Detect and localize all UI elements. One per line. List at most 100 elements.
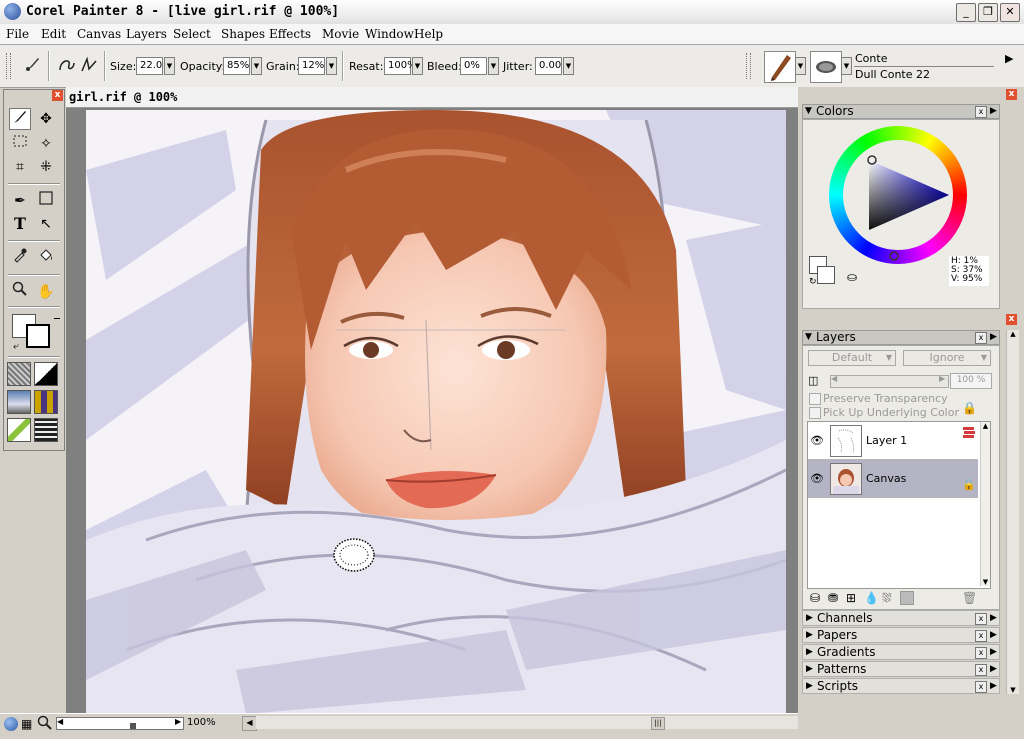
gradients-menu-icon[interactable]: ▶ (990, 645, 997, 659)
gradients-panel-header[interactable]: ▶ Gradients x ▶ (802, 644, 1000, 660)
shape-selection-icon[interactable]: ↖ (35, 213, 57, 235)
zoom-icon[interactable] (37, 715, 53, 734)
brush-selector-expand-icon[interactable]: ▶ (1005, 52, 1013, 65)
layer-list-scrollbar[interactable]: ▲ ▼ (980, 422, 990, 586)
delete-layer-icon[interactable]: 🗑 (962, 591, 977, 605)
resat-field[interactable]: 100% (384, 57, 417, 75)
colors-palette-close-icon[interactable]: x (1006, 89, 1017, 100)
layer-adjuster-icon[interactable]: ✥ (35, 108, 57, 130)
new-liquid-ink-layer-icon[interactable]: ⛆ (882, 591, 892, 606)
patterns-close-icon[interactable]: x (975, 664, 987, 676)
brush-variant-icon[interactable] (810, 51, 842, 83)
brush-icon[interactable] (9, 108, 31, 130)
composite-method-dropdown[interactable]: Default ▼ (808, 350, 896, 366)
minimize-button[interactable]: _ (956, 3, 976, 22)
zoom-slider-thumb[interactable] (130, 723, 136, 729)
layers-palette-close-icon[interactable]: x (1006, 314, 1017, 325)
colors-panel-close-icon[interactable]: x (975, 106, 987, 118)
jitter-field[interactable]: 0.00 (535, 57, 562, 75)
app-icon[interactable] (4, 3, 21, 20)
weaving-selector-swatch[interactable] (34, 390, 58, 414)
menu-select[interactable]: Select (173, 27, 211, 41)
pen-icon[interactable]: ✒ (9, 190, 31, 212)
colors-panel-header[interactable]: ▼ Colors x ▶ (802, 104, 1000, 119)
scripts-panel-header[interactable]: ▶ Scripts x ▶ (802, 678, 1000, 694)
swap-colors-icon[interactable]: ⤶ (13, 341, 19, 352)
toolbar-grip[interactable] (6, 53, 11, 79)
gradients-close-icon[interactable]: x (975, 647, 987, 659)
papers-close-icon[interactable]: x (975, 630, 987, 642)
palette-scrollbar[interactable]: ▲ ▼ (1006, 330, 1019, 694)
layer-row-layer-1[interactable]: 👁 Layer 1 (808, 422, 978, 460)
channels-close-icon[interactable]: x (975, 613, 987, 625)
opacity-field[interactable]: 85% (223, 57, 250, 75)
menu-window[interactable]: Window (365, 27, 414, 41)
brush-category-dropdown[interactable]: ▼ (795, 57, 806, 75)
channels-menu-icon[interactable]: ▶ (990, 611, 997, 625)
menu-file[interactable]: File (6, 27, 29, 41)
painting-canvas[interactable] (86, 110, 786, 714)
brush-tool-icon[interactable] (22, 55, 44, 77)
layer-opacity-field[interactable]: 100 % (950, 373, 992, 389)
menu-movie[interactable]: Movie (322, 27, 359, 41)
layer-visibility-eye-icon[interactable]: 👁 (810, 434, 824, 447)
grain-dropdown[interactable]: ▼ (326, 57, 337, 75)
patterns-panel-header[interactable]: ▶ Patterns x ▶ (802, 661, 1000, 677)
nozzle-selector-swatch[interactable] (7, 418, 31, 442)
scripts-menu-icon[interactable]: ▶ (990, 679, 997, 693)
colors-panel-menu-icon[interactable]: ▶ (990, 105, 997, 118)
gradient-selector-swatch[interactable] (34, 362, 58, 386)
jitter-dropdown[interactable]: ▼ (563, 57, 574, 75)
bleed-field[interactable]: 0% (460, 57, 487, 75)
menu-layers[interactable]: Layers (126, 27, 167, 41)
new-watercolor-layer-icon[interactable]: 💧 (864, 591, 879, 605)
new-layer-icon[interactable]: ⊞ (846, 591, 856, 605)
pattern-selector-swatch[interactable] (7, 390, 31, 414)
size-field[interactable]: 22.0 (136, 57, 163, 75)
colors-additional-swatch[interactable] (817, 266, 835, 284)
straight-line-stroke-icon[interactable] (78, 55, 100, 77)
papers-menu-icon[interactable]: ▶ (990, 628, 997, 642)
patterns-menu-icon[interactable]: ▶ (990, 662, 997, 676)
toolbox-close-icon[interactable]: x (52, 90, 63, 101)
clone-color-icon[interactable]: ⛀ (847, 270, 857, 284)
layer-opacity-slider[interactable]: ◀ ▶ (830, 374, 949, 388)
preserve-transparency-checkbox[interactable] (809, 393, 821, 405)
crop-icon[interactable]: ⌗ (9, 156, 31, 178)
look-selector-swatch[interactable] (34, 418, 58, 442)
drawing-mode-icon[interactable] (4, 717, 18, 731)
pick-up-color-checkbox[interactable] (809, 407, 821, 419)
rectangular-selection-icon[interactable] (9, 133, 31, 155)
rectangle-shape-icon[interactable] (35, 190, 57, 212)
tracing-paper-icon[interactable]: ▦ (21, 717, 32, 731)
lock-layer-icon[interactable]: 🔒 (962, 401, 977, 415)
grain-field[interactable]: 12% (298, 57, 325, 75)
close-button[interactable]: ✕ (1000, 3, 1020, 22)
text-tool-icon[interactable]: T (9, 213, 31, 235)
menu-help[interactable]: Help (414, 27, 443, 41)
restore-button[interactable]: ❐ (978, 3, 998, 22)
menu-edit[interactable]: Edit (41, 27, 66, 41)
dropper-icon[interactable] (9, 247, 31, 269)
papers-panel-header[interactable]: ▶ Papers x ▶ (802, 627, 1000, 643)
channels-panel-header[interactable]: ▶ Channels x ▶ (802, 610, 1000, 626)
create-layer-mask-icon[interactable] (900, 591, 914, 605)
paper-selector-swatch[interactable] (7, 362, 31, 386)
menu-effects[interactable]: Effects (269, 27, 311, 41)
scroll-left-button[interactable]: ◀ (242, 716, 257, 731)
additional-color-swatch[interactable] (26, 324, 50, 348)
layers-panel-menu-icon[interactable]: ▶ (990, 331, 997, 344)
paint-bucket-icon[interactable] (35, 247, 57, 269)
bleed-dropdown[interactable]: ▼ (488, 57, 499, 75)
composite-depth-dropdown[interactable]: Ignore ▼ (903, 350, 991, 366)
magnifier-icon[interactable] (9, 281, 31, 303)
menu-canvas[interactable]: Canvas (77, 27, 121, 41)
layer-row-canvas[interactable]: 👁 Canvas 🔒 (808, 460, 978, 498)
layers-panel-header[interactable]: ▼ Layers x ▶ (802, 330, 1000, 345)
horizontal-scroll-thumb[interactable]: ||| (651, 717, 665, 730)
menu-shapes[interactable]: Shapes (221, 27, 265, 41)
resat-dropdown[interactable]: ▼ (412, 57, 423, 75)
freehand-stroke-icon[interactable] (56, 55, 78, 77)
colors-swap-icon[interactable]: ↻ (809, 277, 817, 287)
dynamic-plugins-icon[interactable]: ⛃ (828, 591, 838, 605)
